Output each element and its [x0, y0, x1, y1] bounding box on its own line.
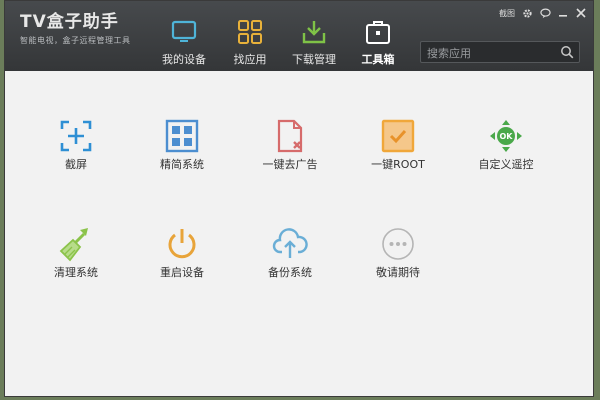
broom-icon [59, 228, 88, 262]
tool-one-click-root[interactable]: 一键ROOT [358, 118, 438, 188]
power-icon [168, 229, 196, 259]
search-box [420, 41, 580, 63]
feedback-button[interactable] [539, 7, 551, 19]
svg-text:OK: OK [500, 132, 514, 141]
cloud-upload-icon [272, 228, 308, 258]
nav-find-apps[interactable]: 找应用 [215, 1, 285, 71]
remote-control-icon: OK [490, 120, 522, 152]
settings-button[interactable] [521, 7, 533, 19]
screenshot-button[interactable]: 截图 [499, 8, 515, 19]
tool-restart-device[interactable]: 重启设备 [142, 226, 222, 296]
nav-download-manager[interactable]: 下载管理 [279, 1, 349, 71]
window-controls: 截图 [499, 6, 587, 20]
minimize-icon [559, 15, 567, 17]
header-bar: TV盒子助手 智能电视，盒子远程管理工具 我的设备 找应用 下载管理 工具箱 截… [5, 1, 593, 71]
close-button[interactable] [575, 7, 587, 19]
tool-clean-system[interactable]: 清理系统 [36, 226, 116, 296]
search-input[interactable] [425, 44, 559, 62]
monitor-icon [171, 20, 197, 42]
nav-label: 我的设备 [162, 53, 206, 66]
app-subtitle: 智能电视，盒子远程管理工具 [20, 36, 131, 45]
app-logo: TV盒子助手 智能电视，盒子远程管理工具 [20, 12, 131, 46]
tool-label: 一键去广告 [262, 158, 318, 171]
search-icon[interactable] [560, 45, 574, 59]
tool-label: 一键ROOT [371, 158, 425, 171]
tool-label: 敬请期待 [376, 266, 420, 279]
nav-label: 下载管理 [292, 53, 336, 66]
tool-label: 清理系统 [54, 266, 98, 279]
nav-my-devices[interactable]: 我的设备 [149, 1, 219, 71]
tool-custom-remote[interactable]: OK 自定义遥控 [466, 118, 546, 188]
grid-icon [238, 20, 262, 44]
tool-screenshot[interactable]: 截屏 [36, 118, 116, 188]
tool-remove-ads[interactable]: 一键去广告 [250, 118, 330, 188]
app-window: TV盒子助手 智能电视，盒子远程管理工具 我的设备 找应用 下载管理 工具箱 截… [4, 0, 594, 397]
minimize-button[interactable] [557, 7, 569, 19]
tool-coming-soon[interactable]: 敬请期待 [358, 226, 438, 296]
tool-label: 自定义遥控 [478, 158, 534, 171]
gear-icon [522, 8, 532, 18]
nav-label: 找应用 [233, 53, 267, 66]
screenshot-icon [60, 120, 92, 152]
chat-icon [539, 8, 551, 18]
root-icon [381, 119, 415, 153]
download-icon [302, 21, 326, 44]
close-icon [576, 8, 586, 18]
tool-label: 截屏 [65, 158, 87, 171]
more-icon [382, 228, 414, 260]
ad-remove-icon [277, 119, 303, 153]
tool-slim-system[interactable]: 精简系统 [142, 118, 222, 188]
nav-label: 工具箱 [361, 53, 395, 66]
nav-toolbox[interactable]: 工具箱 [343, 1, 413, 71]
tool-backup-system[interactable]: 备份系统 [250, 226, 330, 296]
tool-label: 备份系统 [268, 266, 312, 279]
tool-label: 精简系统 [160, 158, 204, 171]
app-title: TV盒子助手 [20, 12, 119, 32]
tool-label: 重启设备 [160, 266, 204, 279]
grid-icon [165, 119, 199, 153]
toolbox-icon [366, 21, 390, 44]
